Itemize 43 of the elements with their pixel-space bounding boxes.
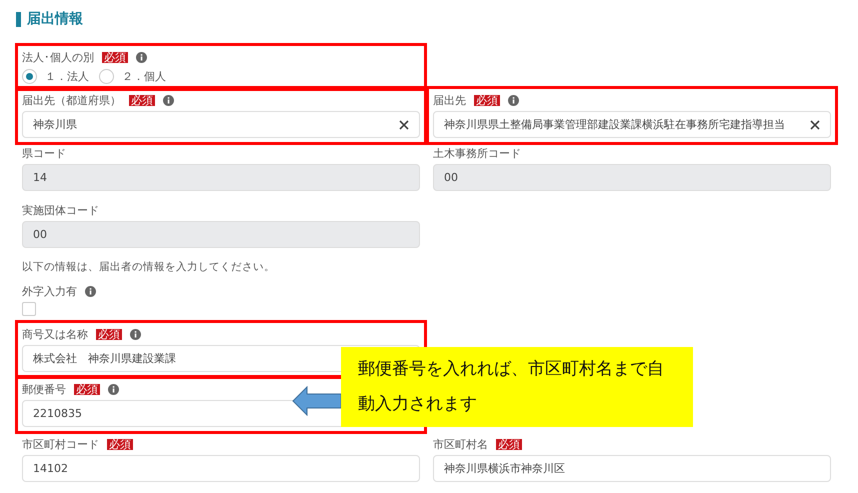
info-icon[interactable] xyxy=(136,52,147,62)
required-badge: 必須 xyxy=(74,384,100,394)
field-label: 市区町村名 xyxy=(433,436,488,452)
instruction-text: 以下の情報は、届出者の情報を入力してください。 xyxy=(22,260,276,274)
clear-icon[interactable] xyxy=(810,120,820,130)
radio-label[interactable]: １．法人 xyxy=(45,68,89,84)
input-field: 00 xyxy=(22,221,420,248)
info-icon[interactable] xyxy=(508,94,519,106)
required-badge: 必須 xyxy=(496,438,522,450)
callout-tooltip: 郵便番号を入れれば、市区町村名まで自動入力されます xyxy=(341,347,693,427)
field-label: 届出先（都道府県） xyxy=(22,92,121,108)
title-bar-icon xyxy=(16,12,21,26)
input-field: 00 xyxy=(433,164,831,191)
field-label: 法人･個人の別 xyxy=(22,50,94,64)
required-badge: 必須 xyxy=(474,94,500,106)
input-field[interactable]: 神奈川県横浜市神奈川区 xyxy=(433,455,831,482)
required-badge: 必須 xyxy=(129,94,155,106)
radio-button[interactable] xyxy=(99,68,114,84)
checkbox[interactable] xyxy=(22,302,36,316)
clear-icon[interactable] xyxy=(399,120,409,130)
required-badge: 必須 xyxy=(107,438,133,450)
info-icon[interactable] xyxy=(85,286,96,296)
field-label: 郵便番号 xyxy=(22,382,66,396)
info-icon[interactable] xyxy=(163,94,174,106)
required-badge: 必須 xyxy=(102,52,128,62)
arrow-tooltip xyxy=(292,386,342,416)
radio-button[interactable] xyxy=(22,68,37,84)
radio-label[interactable]: ２．個人 xyxy=(122,68,166,84)
section-title: 届出情報 xyxy=(27,10,83,28)
required-badge: 必須 xyxy=(96,328,122,340)
info-icon[interactable] xyxy=(108,384,119,394)
field-label: 実施団体コード xyxy=(22,202,99,218)
select-field[interactable]: 神奈川県県土整備局事業管理部建設業課横浜駐在事務所宅建指導担当 xyxy=(433,111,831,138)
field-label: 外字入力有 xyxy=(22,284,77,298)
field-label: 商号又は名称 xyxy=(22,326,88,342)
field-label: 市区町村コード xyxy=(22,436,99,452)
field-label: 県コード xyxy=(22,146,66,160)
select-field[interactable]: 神奈川県 xyxy=(22,111,420,138)
field-label: 届出先 xyxy=(433,92,466,108)
input-field[interactable]: 14102 xyxy=(22,455,420,482)
info-icon[interactable] xyxy=(130,328,141,340)
field-label: 土木事務所コード xyxy=(433,146,521,160)
input-field: 14 xyxy=(22,164,420,191)
